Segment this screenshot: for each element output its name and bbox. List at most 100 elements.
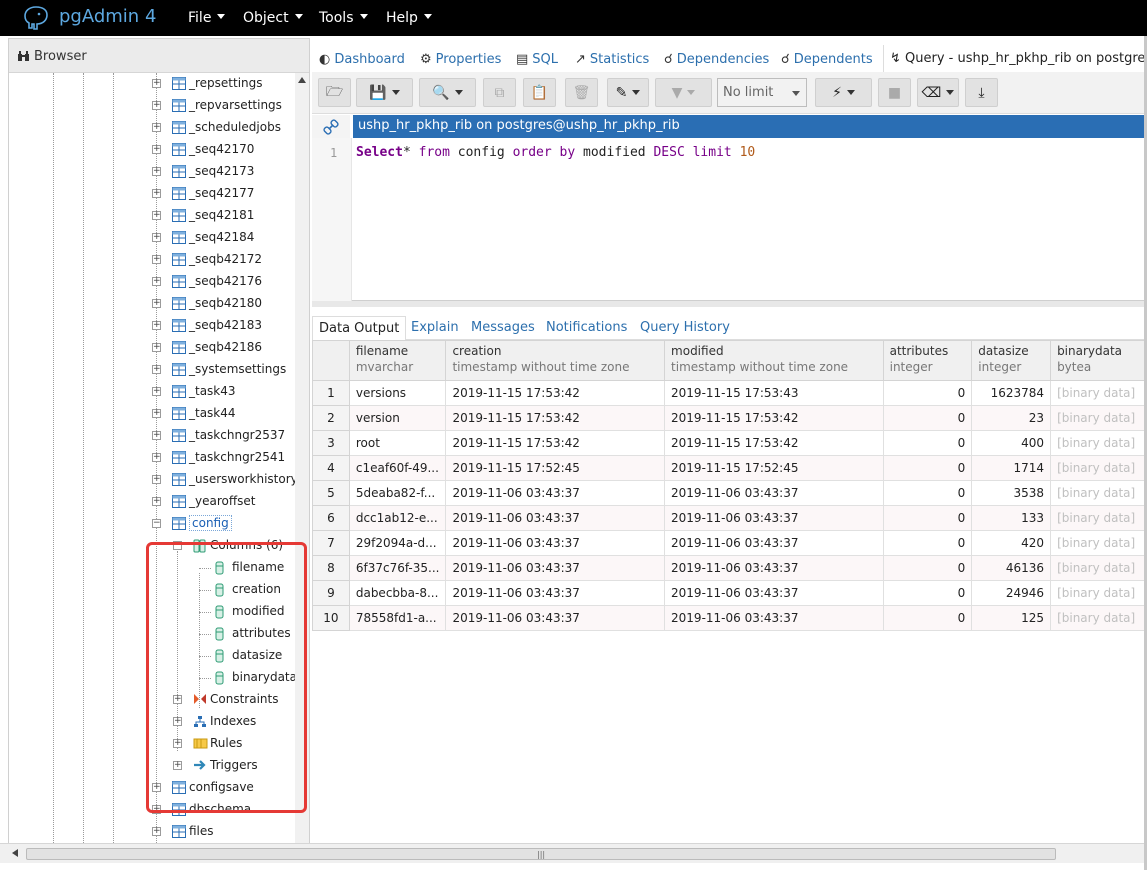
scroll-up-arrow-icon[interactable]: [298, 77, 306, 83]
row-number-cell[interactable]: 4: [312, 455, 350, 481]
modified-cell[interactable]: 2019-11-06 03:43:37: [664, 555, 884, 581]
expand-toggle-icon[interactable]: +: [152, 167, 161, 176]
expand-toggle-icon[interactable]: +: [152, 233, 161, 242]
table-row[interactable]: 2 version 2019-11-15 17:53:42 2019-11-15 17…: [312, 405, 1147, 431]
datasize-cell[interactable]: 24946: [971, 580, 1052, 606]
table-row[interactable]: 4 c1eaf60f-49... 2019-11-15 17:52:45 2019-1…: [312, 455, 1147, 481]
filename-cell[interactable]: dabecbba-8...: [348, 580, 447, 606]
creation-cell[interactable]: 2019-11-15 17:53:42: [445, 380, 666, 406]
creation-cell[interactable]: 2019-11-06 03:43:37: [445, 605, 666, 631]
expand-toggle-icon[interactable]: +: [152, 189, 161, 198]
table-row[interactable]: 10 78558fd1-a... 2019-11-06 03:43:37 2019-1…: [312, 605, 1147, 631]
tree-item[interactable]: + _seqb42172: [9, 250, 295, 270]
attributes-cell[interactable]: 0: [882, 580, 973, 606]
binarydata-cell[interactable]: [binary data]: [1050, 405, 1147, 431]
tab-dashboard[interactable]: ◐ Dashboard: [319, 52, 405, 67]
expand-toggle-icon[interactable]: +: [152, 475, 161, 484]
filename-cell[interactable]: dcc1ab12-e...: [348, 505, 447, 531]
expand-toggle-icon[interactable]: +: [152, 387, 161, 396]
binarydata-cell[interactable]: [binary data]: [1050, 555, 1147, 581]
tree-item[interactable]: + _seqb42183: [9, 316, 295, 336]
splitter[interactable]: [312, 301, 1147, 307]
execute-button[interactable]: ⚡: [815, 78, 872, 107]
expand-toggle-icon[interactable]: +: [152, 321, 161, 330]
expand-toggle-icon[interactable]: +: [152, 431, 161, 440]
menu-tools[interactable]: Tools: [319, 10, 368, 26]
save-file-button[interactable]: 💾: [356, 78, 413, 107]
filter-button[interactable]: ▼: [655, 78, 712, 107]
tree-item[interactable]: + _taskchngr2541: [9, 448, 295, 468]
tree-item[interactable]: + _repvarsettings: [9, 96, 295, 116]
creation-cell[interactable]: 2019-11-06 03:43:37: [445, 580, 666, 606]
tree-item[interactable]: − config: [9, 514, 295, 534]
table-row[interactable]: 1 versions 2019-11-15 17:53:42 2019-11-15 1…: [312, 380, 1147, 406]
tab-data-output[interactable]: Data Output: [312, 316, 407, 342]
modified-cell[interactable]: 2019-11-15 17:53:42: [664, 405, 884, 431]
expand-toggle-icon[interactable]: +: [152, 123, 161, 132]
expand-toggle-icon[interactable]: +: [152, 453, 161, 462]
row-number-cell[interactable]: 10: [312, 605, 350, 631]
modified-cell[interactable]: 2019-11-06 03:43:37: [664, 605, 884, 631]
tab-messages[interactable]: Messages: [471, 320, 535, 335]
datasize-cell[interactable]: 400: [971, 430, 1052, 456]
datasize-cell[interactable]: 1623784: [971, 380, 1052, 406]
attributes-cell[interactable]: 0: [882, 380, 973, 406]
tree-item[interactable]: + _seq42184: [9, 228, 295, 248]
attributes-cell[interactable]: 0: [882, 505, 973, 531]
column-header[interactable]: modified timestamp without time zone: [664, 340, 884, 381]
expand-toggle-icon[interactable]: +: [152, 145, 161, 154]
column-header[interactable]: filename mvarchar: [348, 340, 447, 381]
sql-editor[interactable]: 1 Select* from config order by modified …: [312, 138, 1147, 301]
tree-item[interactable]: + _seq42173: [9, 162, 295, 182]
find-button[interactable]: 🔍: [419, 78, 476, 107]
expand-toggle-icon[interactable]: +: [152, 497, 161, 506]
datasize-cell[interactable]: 1714: [971, 455, 1052, 481]
tree-item[interactable]: + _repsettings: [9, 74, 295, 94]
modified-cell[interactable]: 2019-11-06 03:43:37: [664, 480, 884, 506]
tree-item[interactable]: + _seq42181: [9, 206, 295, 226]
filename-cell[interactable]: root: [348, 430, 447, 456]
paste-button[interactable]: 📋: [523, 78, 556, 107]
modified-cell[interactable]: 2019-11-15 17:52:45: [664, 455, 884, 481]
attributes-cell[interactable]: 0: [882, 405, 973, 431]
filename-cell[interactable]: 29f2094a-d...: [348, 530, 447, 556]
edit-button[interactable]: ✎: [607, 78, 649, 107]
clear-button[interactable]: ⌫: [917, 78, 959, 107]
creation-cell[interactable]: 2019-11-15 17:52:45: [445, 455, 666, 481]
table-row[interactable]: 6 dcc1ab12-e... 2019-11-06 03:43:37 2019-11…: [312, 505, 1147, 531]
filename-cell[interactable]: c1eaf60f-49...: [348, 455, 447, 481]
tree-item[interactable]: + _scheduledjobs: [9, 118, 295, 138]
row-number-cell[interactable]: 5: [312, 480, 350, 506]
binarydata-cell[interactable]: [binary data]: [1050, 505, 1147, 531]
modified-cell[interactable]: 2019-11-06 03:43:37: [664, 505, 884, 531]
datasize-cell[interactable]: 420: [971, 530, 1052, 556]
creation-cell[interactable]: 2019-11-06 03:43:37: [445, 480, 666, 506]
datasize-cell[interactable]: 3538: [971, 480, 1052, 506]
binarydata-cell[interactable]: [binary data]: [1050, 580, 1147, 606]
column-header[interactable]: creation timestamp without time zone: [445, 340, 666, 381]
binarydata-cell[interactable]: [binary data]: [1050, 455, 1147, 481]
creation-cell[interactable]: 2019-11-06 03:43:37: [445, 555, 666, 581]
creation-cell[interactable]: 2019-11-06 03:43:37: [445, 505, 666, 531]
delete-button[interactable]: 🗑: [565, 78, 598, 107]
tab-properties[interactable]: ⚙ Properties: [420, 52, 501, 67]
column-header[interactable]: datasize integer: [971, 340, 1052, 381]
tree-item[interactable]: + files: [9, 822, 295, 842]
expand-toggle-icon[interactable]: +: [152, 101, 161, 110]
tree-item[interactable]: + _task44: [9, 404, 295, 424]
menu-object[interactable]: Object: [243, 10, 303, 26]
modified-cell[interactable]: 2019-11-06 03:43:37: [664, 530, 884, 556]
modified-cell[interactable]: 2019-11-06 03:43:37: [664, 580, 884, 606]
scroll-left-arrow-icon[interactable]: [12, 849, 18, 857]
row-number-cell[interactable]: 1: [312, 380, 350, 406]
datasize-cell[interactable]: 46136: [971, 555, 1052, 581]
copy-button[interactable]: ⧉: [483, 78, 516, 107]
filename-cell[interactable]: version: [348, 405, 447, 431]
app-brand[interactable]: pgAdmin 4: [59, 6, 156, 27]
attributes-cell[interactable]: 0: [882, 555, 973, 581]
filename-cell[interactable]: versions: [348, 380, 447, 406]
expand-toggle-icon[interactable]: +: [152, 255, 161, 264]
connection-status-cell[interactable]: [312, 115, 350, 138]
attributes-cell[interactable]: 0: [882, 480, 973, 506]
row-number-cell[interactable]: 6: [312, 505, 350, 531]
